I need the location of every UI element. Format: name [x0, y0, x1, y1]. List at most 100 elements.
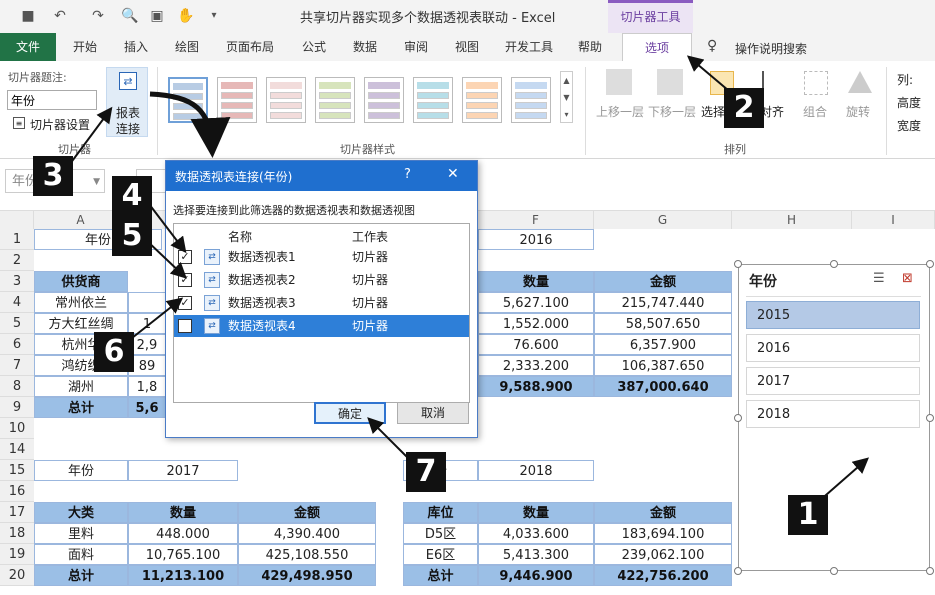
pivot-cell[interactable]: 215,747.440: [594, 292, 732, 313]
column-header[interactable]: F: [478, 211, 594, 229]
pivot-row-label[interactable]: 湖州: [34, 376, 128, 397]
resize-handle[interactable]: [830, 260, 838, 268]
tab-draw[interactable]: 绘图: [165, 33, 209, 61]
pivot-cell[interactable]: 6,357.900: [594, 334, 732, 355]
print-preview-icon[interactable]: 🔍: [120, 6, 140, 26]
send-backward-button[interactable]: 下移一层: [648, 103, 696, 120]
selection-pane-button[interactable]: 选择: [701, 103, 725, 120]
slicer-item[interactable]: 2018: [746, 400, 920, 428]
pivot-row-label[interactable]: 方大红丝绸: [34, 313, 128, 334]
slicer-item[interactable]: 2015: [746, 301, 920, 329]
row-header[interactable]: 2: [0, 250, 34, 271]
pivot-total-label[interactable]: 总计: [34, 397, 128, 418]
column-header[interactable]: H: [732, 211, 852, 229]
pivot-cell[interactable]: 1,8: [128, 376, 166, 397]
pivot-cell[interactable]: 1: [128, 313, 166, 334]
resize-handle[interactable]: [926, 414, 934, 422]
gallery-scroll[interactable]: ▲ ▼ ▾: [560, 71, 573, 123]
pivot-row-label[interactable]: 面料: [34, 544, 128, 565]
pivot-header[interactable]: 金额: [238, 502, 376, 523]
row-header[interactable]: 6: [0, 334, 34, 355]
resize-handle[interactable]: [734, 414, 742, 422]
tab-data[interactable]: 数据: [343, 33, 387, 61]
filter-value[interactable]: 2017: [128, 460, 238, 481]
camera-icon[interactable]: ▣: [147, 6, 167, 26]
ok-button[interactable]: 确定: [314, 402, 386, 424]
checkbox[interactable]: [178, 319, 192, 333]
tell-me-search[interactable]: 操作说明搜索: [735, 40, 807, 57]
tab-home[interactable]: 开始: [63, 33, 107, 61]
customize-qat-icon[interactable]: ▾: [204, 6, 224, 26]
report-connections-button[interactable]: ⇄ 报表 连接: [106, 67, 148, 137]
tab-file[interactable]: 文件: [0, 33, 56, 61]
pivot-cell[interactable]: 4,033.600: [478, 523, 594, 544]
pivot-header[interactable]: 大类: [34, 502, 128, 523]
filter-value[interactable]: 2018: [478, 460, 594, 481]
undo-icon[interactable]: ↶: [50, 6, 70, 26]
help-icon[interactable]: ?: [404, 167, 411, 182]
row-header[interactable]: 17: [0, 502, 34, 523]
resize-handle[interactable]: [734, 260, 742, 268]
slicer-item[interactable]: 2017: [746, 367, 920, 395]
pivot-cell[interactable]: 5,413.300: [478, 544, 594, 565]
filter-value[interactable]: 2016: [478, 229, 594, 250]
pivot-total[interactable]: 11,213.100: [128, 565, 238, 586]
slicer-style-option[interactable]: [217, 77, 257, 123]
columns-field[interactable]: 列:: [897, 71, 913, 88]
pivot-cell[interactable]: 387,000.640: [594, 376, 732, 397]
pivot-cell[interactable]: [128, 292, 166, 313]
pivot-cell[interactable]: 1,552.000: [478, 313, 594, 334]
pivot-header[interactable]: 金额: [594, 502, 732, 523]
slicer-style-option[interactable]: [364, 77, 404, 123]
pivot-total[interactable]: 5,6: [128, 397, 166, 418]
pivot-row-label[interactable]: D5区: [403, 523, 478, 544]
pivot-header[interactable]: 库位: [403, 502, 478, 523]
pivot-total[interactable]: 9,446.900: [478, 565, 594, 586]
pivot-header[interactable]: 数量: [128, 502, 238, 523]
list-item[interactable]: ✓ ⇄ 数据透视表3 切片器: [174, 292, 469, 314]
row-header[interactable]: 4: [0, 292, 34, 313]
checkbox[interactable]: ✓: [178, 273, 192, 287]
slicer-settings-button[interactable]: 切片器设置: [30, 116, 90, 133]
pivot-row-label[interactable]: E6区: [403, 544, 478, 565]
pivot-cell[interactable]: 448.000: [128, 523, 238, 544]
year-slicer[interactable]: 年份 ☰ ⊠ 2015 2016 2017 2018: [738, 264, 930, 571]
row-header[interactable]: 19: [0, 544, 34, 565]
pivot-cell[interactable]: 106,387.650: [594, 355, 732, 376]
resize-handle[interactable]: [830, 567, 838, 575]
resize-handle[interactable]: [926, 260, 934, 268]
save-icon[interactable]: ■: [18, 6, 38, 26]
row-header[interactable]: 14: [0, 439, 34, 460]
row-header[interactable]: 3: [0, 271, 34, 292]
row-header[interactable]: 20: [0, 565, 34, 586]
redo-icon[interactable]: ↷: [88, 6, 108, 26]
bring-forward-button[interactable]: 上移一层: [596, 103, 644, 120]
column-header[interactable]: G: [594, 211, 732, 229]
row-header[interactable]: 7: [0, 355, 34, 376]
select-all[interactable]: [0, 211, 34, 229]
row-header[interactable]: 8: [0, 376, 34, 397]
cancel-button[interactable]: 取消: [397, 402, 469, 424]
row-header[interactable]: 5: [0, 313, 34, 334]
slicer-style-option[interactable]: [168, 77, 208, 123]
checkbox[interactable]: ✓: [178, 296, 192, 310]
list-item[interactable]: ⇄ 数据透视表4 切片器: [174, 315, 469, 337]
tab-developer[interactable]: 开发工具: [498, 33, 560, 61]
pivot-cell[interactable]: 9,588.900: [478, 376, 594, 397]
pivot-cell[interactable]: 5,627.100: [478, 292, 594, 313]
list-item[interactable]: ✓ ⇄ 数据透视表2 切片器: [174, 269, 469, 291]
clear-filter-icon[interactable]: ⊠: [902, 271, 913, 286]
pivot-cell[interactable]: 58,507.650: [594, 313, 732, 334]
tab-help[interactable]: 帮助: [568, 33, 612, 61]
row-header[interactable]: 15: [0, 460, 34, 481]
list-item[interactable]: ✓ ⇄ 数据透视表1 切片器: [174, 246, 469, 268]
tab-insert[interactable]: 插入: [114, 33, 158, 61]
pivot-cell[interactable]: 10,765.100: [128, 544, 238, 565]
close-icon[interactable]: ✕: [447, 166, 459, 182]
row-header[interactable]: 16: [0, 481, 34, 502]
pivot-total-label[interactable]: 总计: [403, 565, 478, 586]
slicer-style-option[interactable]: [315, 77, 355, 123]
pivot-cell[interactable]: 76.600: [478, 334, 594, 355]
slicer-style-option[interactable]: [462, 77, 502, 123]
pivot-cell[interactable]: 183,694.100: [594, 523, 732, 544]
